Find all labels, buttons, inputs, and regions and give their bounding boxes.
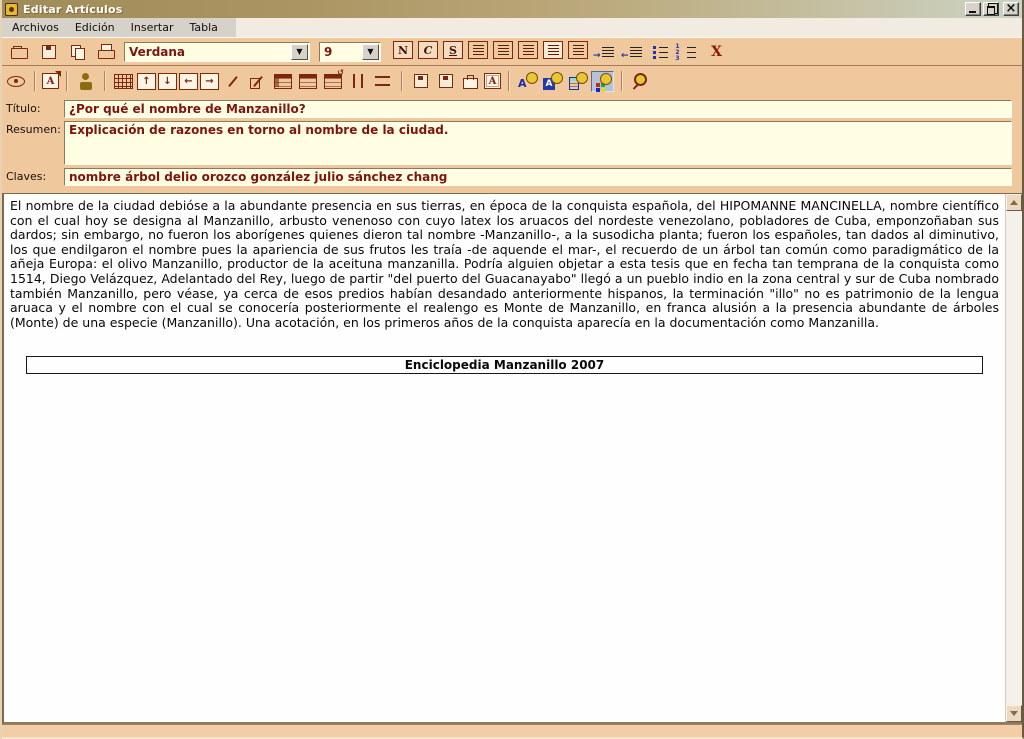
underline-button[interactable]: S: [443, 41, 463, 59]
toolbar-separator: [34, 71, 35, 91]
resumen-input[interactable]: Explicación de razones en torno al nombr…: [64, 121, 1012, 165]
table-update-button[interactable]: [321, 71, 344, 92]
chevron-down-icon[interactable]: ▼: [362, 44, 379, 60]
article-body-editor[interactable]: El nombre de la ciudad debióse a la abun…: [4, 194, 1005, 722]
window-title: Editar Artículos: [23, 3, 965, 16]
toolbar-formatting: Verdana ▼ 9 ▼ NCS X: [2, 38, 1022, 65]
font-size-select[interactable]: 9 ▼: [319, 42, 381, 62]
insert-col-left-button[interactable]: [179, 73, 198, 90]
scroll-down-icon: [1010, 711, 1018, 716]
align-justify-button[interactable]: [543, 41, 563, 59]
align-full-button[interactable]: [568, 41, 588, 59]
insert-note-button[interactable]: [434, 71, 457, 92]
split-cell-horizontal-button[interactable]: [371, 71, 394, 92]
dictionary-button[interactable]: A: [541, 71, 564, 92]
close-button[interactable]: [1003, 2, 1019, 16]
resumen-label: Resumen:: [2, 121, 64, 136]
scroll-up-icon: [1010, 200, 1018, 205]
font-select[interactable]: Verdana ▼: [124, 42, 310, 62]
insert-table-button[interactable]: [112, 71, 135, 92]
bold-button[interactable]: N: [393, 41, 413, 59]
format-button-group: NCS X: [393, 41, 728, 62]
menu-insertar[interactable]: Insertar: [123, 19, 182, 36]
insert-photo-button[interactable]: [74, 71, 97, 92]
format-cell-button[interactable]: [246, 71, 269, 92]
insert-row-below-button[interactable]: [158, 73, 177, 90]
article-form: Título: Resumen: Explicación de razones …: [2, 96, 1022, 193]
insert-symbol-button[interactable]: A: [42, 73, 59, 89]
print-button[interactable]: [95, 41, 118, 62]
toolbar-separator: [66, 71, 67, 91]
insert-row-above-button[interactable]: [137, 73, 156, 90]
save-article-button[interactable]: [409, 71, 432, 92]
insert-col-right-button[interactable]: [200, 73, 219, 90]
status-bar: [2, 724, 1022, 739]
preview-button[interactable]: [4, 71, 27, 92]
scroll-up-button[interactable]: [1006, 194, 1022, 211]
vertical-scrollbar[interactable]: [1005, 194, 1022, 722]
delete-button[interactable]: X: [705, 41, 728, 62]
italic-button[interactable]: C: [418, 41, 438, 59]
table-rows-button[interactable]: [296, 71, 319, 92]
app-icon: [5, 3, 18, 16]
claves-label: Claves:: [2, 168, 64, 183]
font-select-value: Verdana: [125, 45, 291, 59]
menu-edicion[interactable]: Edición: [67, 19, 123, 36]
menu-bar: ArchivosEdiciónInsertarTabla: [2, 18, 1022, 38]
titulo-input[interactable]: [64, 100, 1012, 118]
menu-band: ArchivosEdiciónInsertarTabla: [2, 18, 236, 37]
media-gallery-button[interactable]: [591, 71, 614, 92]
edit-cell-button[interactable]: [221, 71, 244, 92]
window-controls: [965, 2, 1019, 16]
toolbar-separator: [621, 71, 622, 91]
minimize-button[interactable]: [965, 2, 981, 16]
split-cell-vertical-button[interactable]: [346, 71, 369, 92]
align-center-button[interactable]: [493, 41, 513, 59]
indent-decrease-button[interactable]: [621, 41, 644, 62]
align-left-button[interactable]: [468, 41, 488, 59]
article-paragraph: El nombre de la ciudad debióse a la abun…: [10, 199, 999, 330]
scroll-down-button[interactable]: [1006, 705, 1022, 722]
numbered-list-button[interactable]: [677, 41, 700, 62]
editor-area: El nombre de la ciudad debióse a la abun…: [2, 193, 1022, 724]
encyclopedia-box: Enciclopedia Manzanillo 2007: [26, 356, 983, 374]
claves-input[interactable]: [64, 168, 1012, 186]
search-button[interactable]: [629, 71, 652, 92]
indent-increase-button[interactable]: [593, 41, 616, 62]
text-frame-button[interactable]: A: [484, 73, 501, 89]
restore-button[interactable]: [983, 2, 999, 16]
menu-tabla[interactable]: Tabla: [181, 19, 225, 36]
copy-button[interactable]: [66, 41, 89, 62]
spellcheck-button[interactable]: A: [516, 71, 539, 92]
open-button[interactable]: [8, 41, 31, 62]
title-bar: Editar Artículos: [2, 0, 1022, 18]
toolbar-separator: [508, 71, 509, 91]
menu-archivos[interactable]: Archivos: [4, 19, 67, 36]
bullet-list-button[interactable]: [649, 41, 672, 62]
save-button[interactable]: [37, 41, 60, 62]
toolbar-separator: [401, 71, 402, 91]
toolbar-separator: [104, 71, 105, 91]
font-size-value: 9: [320, 45, 362, 59]
export-button[interactable]: [459, 71, 482, 92]
statistics-button[interactable]: [566, 71, 589, 92]
file-button-group: [8, 41, 118, 62]
align-right-button[interactable]: [518, 41, 538, 59]
toolbar-insert: AAAA: [2, 65, 1022, 96]
chevron-down-icon[interactable]: ▼: [291, 44, 308, 60]
editar-articulos-window: Editar Artículos ArchivosEdiciónInsertar…: [0, 0, 1024, 739]
titulo-label: Título:: [2, 100, 64, 115]
table-column-button[interactable]: [271, 71, 294, 92]
